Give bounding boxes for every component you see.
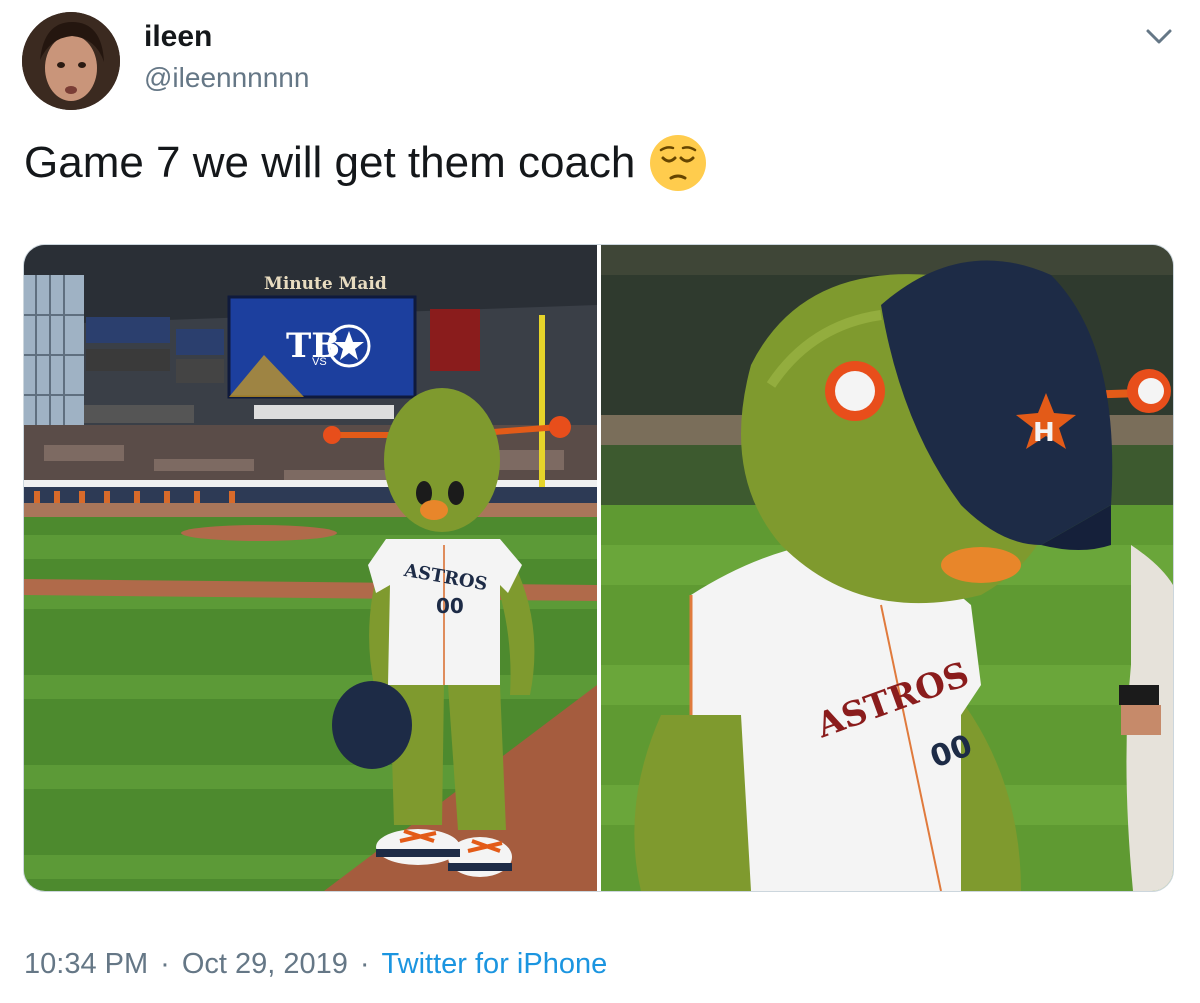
avatar[interactable]	[22, 12, 120, 110]
tweet-date[interactable]: Oct 29, 2019	[182, 948, 348, 981]
tweet-text: Game 7 we will get them coach	[24, 138, 636, 187]
stadium-sign: Minute Maid	[264, 274, 387, 294]
svg-text:H: H	[1033, 418, 1055, 448]
profile-photo-icon	[22, 12, 120, 110]
media-grid: TB VS Minute Maid ASTROS 00 ASTROS 00 H	[23, 244, 1174, 892]
meta-separator: ·	[359, 948, 370, 980]
tweet-time[interactable]: 10:34 PM	[24, 948, 148, 981]
pensive-face-emoji-icon	[649, 134, 707, 192]
stadium-photo: TB VS Minute Maid ASTROS 00	[24, 245, 597, 891]
photo-left[interactable]: TB VS Minute Maid ASTROS 00	[24, 245, 597, 891]
tweet-meta: 10:34 PM · Oct 29, 2019 · Twitter for iP…	[24, 948, 607, 981]
photo-right[interactable]: ASTROS 00 H	[601, 245, 1173, 891]
scoreboard-vs: VS	[312, 356, 327, 368]
chevron-down-icon[interactable]	[1142, 22, 1176, 52]
author-display-name[interactable]: ileen	[144, 20, 212, 54]
jersey-number-left: 00	[436, 594, 464, 618]
tweet-text-row: Game 7 we will get them coach	[24, 134, 707, 192]
author-handle[interactable]: @ileennnnnn	[144, 62, 309, 94]
mascot-closeup-photo: ASTROS 00 H	[601, 245, 1173, 891]
meta-separator: ·	[160, 948, 170, 980]
tweet-source-link[interactable]: Twitter for iPhone	[382, 948, 608, 981]
